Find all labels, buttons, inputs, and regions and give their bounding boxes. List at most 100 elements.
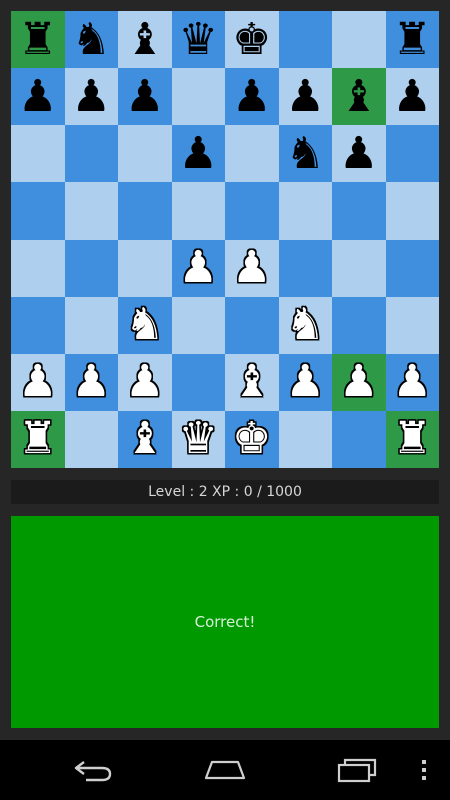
square-d7[interactable] [171,68,225,126]
black-queen-icon[interactable]: ♛ [179,17,218,62]
black-pawn-icon[interactable]: ♟ [232,74,271,119]
square-f3[interactable]: ♞ [278,296,332,354]
square-a6[interactable] [11,125,65,183]
white-pawn-icon[interactable]: ♟ [125,360,164,404]
square-e2[interactable]: ♝ [225,353,279,411]
square-g6[interactable]: ♟ [332,125,386,183]
square-d4[interactable]: ♟ [171,239,225,297]
square-c2[interactable]: ♟ [118,353,172,411]
black-pawn-icon[interactable]: ♟ [286,74,325,119]
square-c1[interactable]: ♝ [118,410,172,468]
square-h6[interactable] [385,125,439,183]
overflow-menu-button[interactable] [404,752,444,788]
square-e5[interactable] [225,182,279,240]
square-c8[interactable]: ♝ [118,11,172,69]
square-g3[interactable] [332,296,386,354]
square-f8[interactable] [278,11,332,69]
black-bishop-icon[interactable]: ♝ [125,17,164,62]
black-knight-icon[interactable]: ♞ [286,131,325,176]
square-d5[interactable] [171,182,225,240]
square-e4[interactable]: ♟ [225,239,279,297]
square-d1[interactable]: ♛ [171,410,225,468]
square-b7[interactable]: ♟ [64,68,118,126]
white-rook-icon[interactable]: ♜ [393,417,432,461]
square-e7[interactable]: ♟ [225,68,279,126]
square-d2[interactable] [171,353,225,411]
square-g8[interactable] [332,11,386,69]
black-pawn-icon[interactable]: ♟ [18,74,57,119]
white-knight-icon[interactable]: ♞ [286,303,325,347]
square-a1[interactable]: ♜ [11,410,65,468]
white-pawn-icon[interactable]: ♟ [393,360,432,404]
square-a3[interactable] [11,296,65,354]
square-f6[interactable]: ♞ [278,125,332,183]
result-panel[interactable]: Correct! [11,516,439,728]
white-queen-icon[interactable]: ♛ [179,417,218,461]
black-rook-icon[interactable]: ♜ [393,17,432,62]
black-pawn-icon[interactable]: ♟ [339,131,378,176]
square-c5[interactable] [118,182,172,240]
square-e6[interactable] [225,125,279,183]
black-pawn-icon[interactable]: ♟ [125,74,164,119]
square-b2[interactable]: ♟ [64,353,118,411]
square-c7[interactable]: ♟ [118,68,172,126]
square-b3[interactable] [64,296,118,354]
square-g7[interactable]: ♝ [332,68,386,126]
square-d8[interactable]: ♛ [171,11,225,69]
white-king-icon[interactable]: ♚ [232,417,271,461]
black-rook-icon[interactable]: ♜ [18,17,57,62]
home-button[interactable] [201,752,249,788]
square-b5[interactable] [64,182,118,240]
square-e8[interactable]: ♚ [225,11,279,69]
square-b8[interactable]: ♞ [64,11,118,69]
black-king-icon[interactable]: ♚ [232,17,271,62]
white-rook-icon[interactable]: ♜ [18,417,57,461]
square-a7[interactable]: ♟ [11,68,65,126]
black-bishop-icon[interactable]: ♝ [339,74,378,119]
white-pawn-icon[interactable]: ♟ [286,360,325,404]
square-f4[interactable] [278,239,332,297]
square-f1[interactable] [278,410,332,468]
square-c6[interactable] [118,125,172,183]
square-a2[interactable]: ♟ [11,353,65,411]
chess-board[interactable]: ♜ ♞ ♝ ♛ ♚ ♜ ♟ ♟ ♟ ♟ ♟ ♝ ♟ ♟ ♞ ♟ ♟ ♟ ♞ ♞ ♟ ♟ ♟ ♝ ♟ ♟ ♟ ♜ ♝ ♛ ♚ ♜ [11,11,439,468]
back-button[interactable] [69,752,117,788]
square-d3[interactable] [171,296,225,354]
white-pawn-icon[interactable]: ♟ [339,360,378,404]
square-h8[interactable]: ♜ [385,11,439,69]
square-h3[interactable] [385,296,439,354]
square-h7[interactable]: ♟ [385,68,439,126]
white-pawn-icon[interactable]: ♟ [232,246,271,290]
square-d6[interactable]: ♟ [171,125,225,183]
square-g5[interactable] [332,182,386,240]
black-knight-icon[interactable]: ♞ [72,17,111,62]
white-pawn-icon[interactable]: ♟ [72,360,111,404]
white-knight-icon[interactable]: ♞ [125,303,164,347]
square-b6[interactable] [64,125,118,183]
square-h5[interactable] [385,182,439,240]
square-h2[interactable]: ♟ [385,353,439,411]
square-f2[interactable]: ♟ [278,353,332,411]
square-f7[interactable]: ♟ [278,68,332,126]
square-e3[interactable] [225,296,279,354]
square-g4[interactable] [332,239,386,297]
square-g2[interactable]: ♟ [332,353,386,411]
square-e1[interactable]: ♚ [225,410,279,468]
square-g1[interactable] [332,410,386,468]
square-c4[interactable] [118,239,172,297]
square-f5[interactable] [278,182,332,240]
square-a5[interactable] [11,182,65,240]
white-pawn-icon[interactable]: ♟ [18,360,57,404]
white-pawn-icon[interactable]: ♟ [179,246,218,290]
recent-apps-button[interactable] [333,752,381,788]
square-a4[interactable] [11,239,65,297]
black-pawn-icon[interactable]: ♟ [179,131,218,176]
square-c3[interactable]: ♞ [118,296,172,354]
white-bishop-icon[interactable]: ♝ [232,360,271,404]
square-a8[interactable]: ♜ [11,11,65,69]
square-h4[interactable] [385,239,439,297]
black-pawn-icon[interactable]: ♟ [393,74,432,119]
black-pawn-icon[interactable]: ♟ [72,74,111,119]
square-b4[interactable] [64,239,118,297]
square-h1[interactable]: ♜ [385,410,439,468]
